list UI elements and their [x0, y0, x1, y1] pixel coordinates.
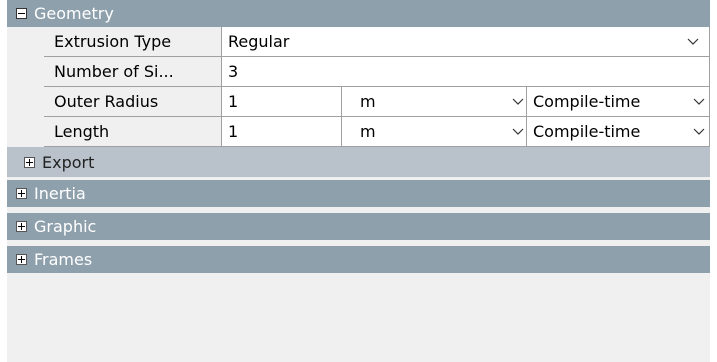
section-inertia[interactable]: Inertia	[7, 180, 710, 207]
section-frames[interactable]: Frames	[7, 246, 710, 273]
chevron-down-icon[interactable]	[693, 125, 705, 137]
chevron-down-icon[interactable]	[687, 35, 699, 47]
property-row-outer-radius: Outer Radius 1 m Compile-time	[7, 87, 710, 117]
plus-box-icon[interactable]	[16, 221, 27, 232]
number-of-sides-value: 3	[228, 62, 239, 81]
outer-radius-unit: m	[360, 92, 376, 111]
number-of-sides-field[interactable]: 3	[222, 57, 710, 87]
property-row-length: Length 1 m Compile-time	[7, 117, 710, 147]
section-export-label: Export	[42, 152, 95, 172]
outer-radius-unit-dropdown[interactable]: m	[342, 87, 527, 117]
outer-radius-config-dropdown[interactable]: Compile-time	[527, 87, 710, 117]
section-geometry-label: Geometry	[34, 4, 114, 23]
plus-box-icon[interactable]	[16, 188, 27, 199]
plus-box-icon[interactable]	[24, 156, 35, 168]
length-config: Compile-time	[533, 122, 641, 141]
outer-radius-value: 1	[228, 92, 239, 111]
property-name: Outer Radius	[44, 87, 222, 117]
length-field[interactable]: 1	[222, 117, 342, 147]
property-name: Number of Si...	[44, 57, 222, 87]
outer-radius-config: Compile-time	[533, 92, 641, 111]
empty-panel-area	[7, 273, 710, 362]
extrusion-type-dropdown[interactable]: Regular	[222, 27, 710, 57]
chevron-down-icon[interactable]	[512, 125, 524, 137]
length-value: 1	[228, 122, 239, 141]
section-export[interactable]: Export	[7, 147, 710, 177]
minus-box-icon[interactable]	[16, 8, 27, 19]
outer-radius-field[interactable]: 1	[222, 87, 342, 117]
property-row-extrusion-type: Extrusion Type Regular	[7, 27, 710, 57]
section-inertia-label: Inertia	[34, 184, 86, 203]
property-name: Extrusion Type	[44, 27, 222, 57]
plus-box-icon[interactable]	[16, 254, 27, 265]
length-config-dropdown[interactable]: Compile-time	[527, 117, 710, 147]
property-inspector: Geometry Extrusion Type Regular Number o…	[7, 0, 710, 362]
section-geometry[interactable]: Geometry	[7, 0, 710, 27]
property-name: Length	[44, 117, 222, 147]
length-unit: m	[360, 122, 376, 141]
chevron-down-icon[interactable]	[693, 95, 705, 107]
chevron-down-icon[interactable]	[512, 95, 524, 107]
extrusion-type-value: Regular	[228, 32, 290, 51]
section-graphic-label: Graphic	[34, 217, 97, 236]
section-graphic[interactable]: Graphic	[7, 213, 710, 240]
property-row-number-of-sides: Number of Si... 3	[7, 57, 710, 87]
section-frames-label: Frames	[34, 250, 93, 269]
length-unit-dropdown[interactable]: m	[342, 117, 527, 147]
